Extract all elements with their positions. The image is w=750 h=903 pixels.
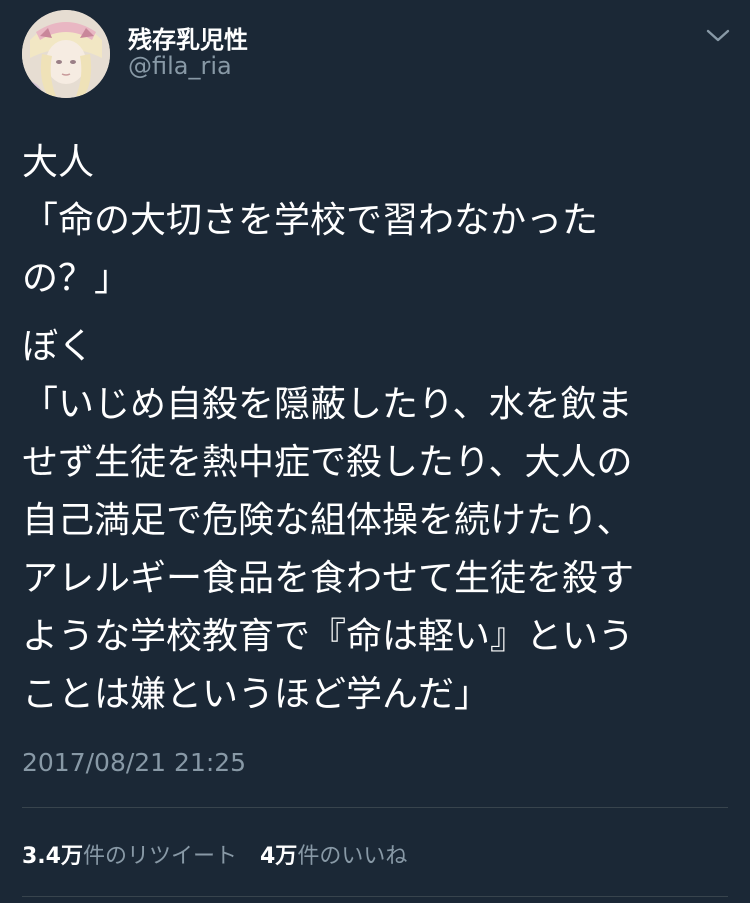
avatar[interactable] [22,10,110,98]
like-count: 4万 [260,844,298,869]
tweet-paragraph: 大人 「命の大切さを学校で習わなかった の？」 [22,142,599,299]
tweet-stats: 3.4万件のリツイート 4万件のいいね [22,838,423,870]
tweet-timestamp[interactable]: 2017/08/21 21:25 [22,748,246,777]
tweet-text: 大人 「命の大切さを学校で習わなかった の？」 ぼく 「いじめ自殺を隠蔽したり、… [22,134,722,734]
retweet-stat[interactable]: 3.4万件のリツイート [22,838,237,870]
like-label: 件のいいね [297,844,408,869]
chevron-down-icon[interactable] [704,26,732,46]
like-stat[interactable]: 4万件のいいね [260,838,407,870]
tweet-paragraph: ぼく 「いじめ自殺を隠蔽したり、水を飲ま せず生徒を熱中症で殺したり、大人の 自… [22,326,635,715]
divider [22,896,728,897]
retweet-count: 3.4万 [22,844,83,869]
tweet-header: 残存乳児性 @fila_ria [22,10,732,100]
retweet-label: 件のリツイート [82,844,237,869]
display-name[interactable]: 残存乳児性 [128,20,248,55]
tweet-detail: 残存乳児性 @fila_ria 大人 「命の大切さを学校で習わなかった の？」 … [0,0,750,903]
avatar-image [22,10,110,98]
user-handle[interactable]: @fila_ria [128,52,232,80]
divider [22,807,728,808]
